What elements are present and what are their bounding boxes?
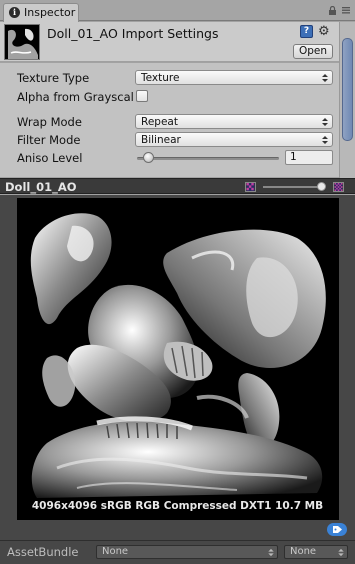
aniso-level-label: Aniso Level <box>17 151 83 165</box>
asset-bundle-name-dropdown[interactable]: None <box>96 545 278 559</box>
texture-info-label: 4096x4096 sRGB RGB Compressed DXT1 10.7 … <box>31 500 324 512</box>
wrap-mode-dropdown[interactable]: Repeat <box>135 114 333 129</box>
updown-arrow-icon <box>268 548 274 557</box>
asset-labels-tag-icon[interactable] <box>327 523 347 536</box>
filter-mode-dropdown[interactable]: Bilinear <box>135 132 333 147</box>
preview-toolbar: Doll_01_AO <box>0 178 355 194</box>
mipmap-checker-icon[interactable] <box>333 182 344 192</box>
asset-bundle-variant-dropdown[interactable]: None <box>284 545 348 559</box>
open-button[interactable]: Open <box>293 44 333 59</box>
inspector-tab-label: Inspector <box>24 6 76 19</box>
filter-mode-label: Filter Mode <box>17 133 81 147</box>
mip-level-slider-thumb[interactable] <box>317 182 326 191</box>
alpha-from-grayscale-label: Alpha from Grayscal <box>17 90 134 104</box>
updown-arrow-icon <box>322 74 328 82</box>
lock-icon[interactable] <box>328 6 337 15</box>
texture-type-dropdown[interactable]: Texture <box>135 70 333 85</box>
gear-icon[interactable]: ⚙ <box>318 25 334 39</box>
aniso-level-row: Aniso Level 1 <box>17 150 335 166</box>
inspector-tab-bar: i Inspector <box>0 0 355 22</box>
wrap-mode-label: Wrap Mode <box>17 115 82 129</box>
help-book-icon[interactable]: ? <box>300 25 313 38</box>
updown-arrow-icon <box>338 548 344 557</box>
asset-bundle-label: AssetBundle <box>7 545 79 559</box>
updown-arrow-icon <box>322 118 328 126</box>
aniso-level-field[interactable]: 1 <box>285 150 333 165</box>
import-settings-title: Doll_01_AO Import Settings <box>47 26 219 41</box>
updown-arrow-icon <box>322 136 328 144</box>
preview-title: Doll_01_AO <box>5 180 77 194</box>
texture-preview-area: 4096x4096 sRGB RGB Compressed DXT1 10.7 … <box>0 195 355 540</box>
alpha-from-grayscale-checkbox[interactable] <box>136 90 148 102</box>
inspector-tab[interactable]: i Inspector <box>3 3 79 22</box>
texture-preview-image <box>17 198 339 520</box>
aniso-level-slider[interactable] <box>137 157 279 160</box>
import-settings-header: Doll_01_AO Import Settings ? ⚙ Open <box>0 22 355 62</box>
texture-type-row: Texture Type Texture <box>17 70 335 86</box>
scrollbar-thumb[interactable] <box>342 38 353 141</box>
wrap-mode-row: Wrap Mode Repeat <box>17 114 335 130</box>
asset-bundle-bar: AssetBundle None None <box>0 540 355 564</box>
mip-level-slider[interactable] <box>263 186 325 188</box>
texture-settings-panel: Texture Type Texture Alpha from Grayscal… <box>0 63 339 177</box>
alpha-checker-icon[interactable] <box>245 182 256 192</box>
filter-mode-row: Filter Mode Bilinear <box>17 132 335 148</box>
inspector-scrollbar[interactable] <box>339 22 355 178</box>
alpha-from-grayscale-row: Alpha from Grayscal <box>17 89 335 105</box>
texture-type-label: Texture Type <box>17 71 90 85</box>
texture-thumbnail <box>4 24 40 60</box>
aniso-level-slider-thumb[interactable] <box>143 152 154 163</box>
menu-icon[interactable] <box>341 5 351 15</box>
info-icon: i <box>9 7 20 18</box>
